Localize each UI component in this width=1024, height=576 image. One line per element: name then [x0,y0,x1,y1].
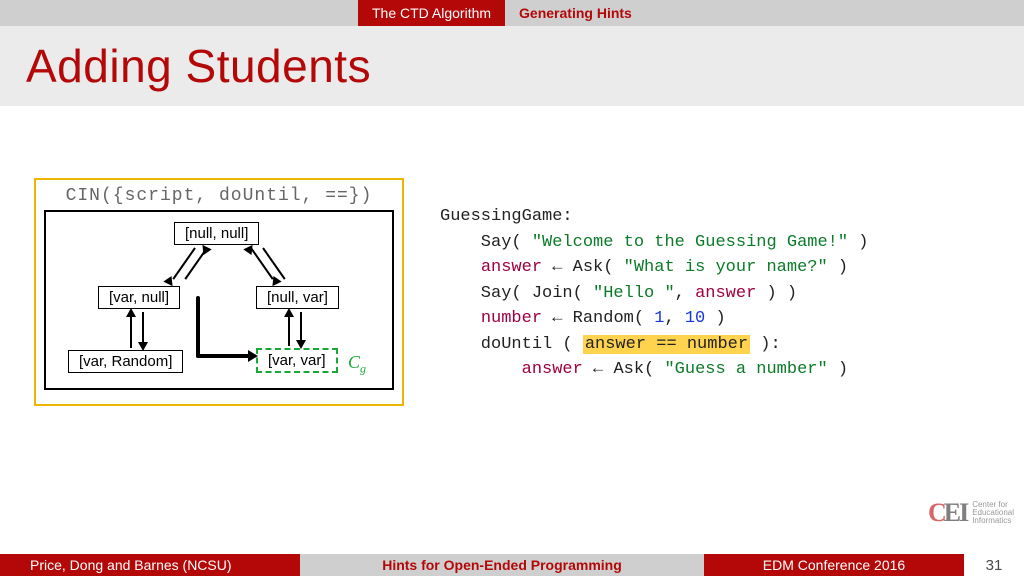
goal-label: Cg [348,352,366,377]
slide-body: CIN({script, doUntil, ==}) [null, null] … [0,106,1024,554]
state-var-null: [var, null] [98,286,180,309]
state-var-var-goal: [var, var] [256,348,338,373]
tab-ctd-algorithm[interactable]: The CTD Algorithm [358,0,505,26]
state-graph: [null, null] [var, null] [null, var] [va… [44,210,394,390]
code-snippet: GuessingGame: Say( "Welcome to the Guess… [440,204,869,383]
footer-title: Hints for Open-Ended Programming [300,554,704,576]
state-null-var: [null, var] [256,286,339,309]
diagram-panel: CIN({script, doUntil, ==}) [null, null] … [34,178,404,406]
highlighted-condition: answer == number [583,335,750,354]
footer-venue: EDM Conference 2016 [704,554,964,576]
tab-generating-hints[interactable]: Generating Hints [505,0,646,26]
state-null-null: [null, null] [174,222,259,245]
breadcrumb-bar: The CTD Algorithm Generating Hints [0,0,1024,26]
diagram-header: CIN({script, doUntil, ==}) [44,186,394,206]
title-band: Adding Students [0,26,1024,106]
page-title: Adding Students [26,39,371,93]
footer-authors: Price, Dong and Barnes (NCSU) [0,554,300,576]
cei-logo: CEI Center for Educational Informatics [928,498,1014,528]
state-var-random: [var, Random] [68,350,183,373]
footer-bar: Price, Dong and Barnes (NCSU) Hints for … [0,554,1024,576]
page-number: 31 [964,554,1024,576]
